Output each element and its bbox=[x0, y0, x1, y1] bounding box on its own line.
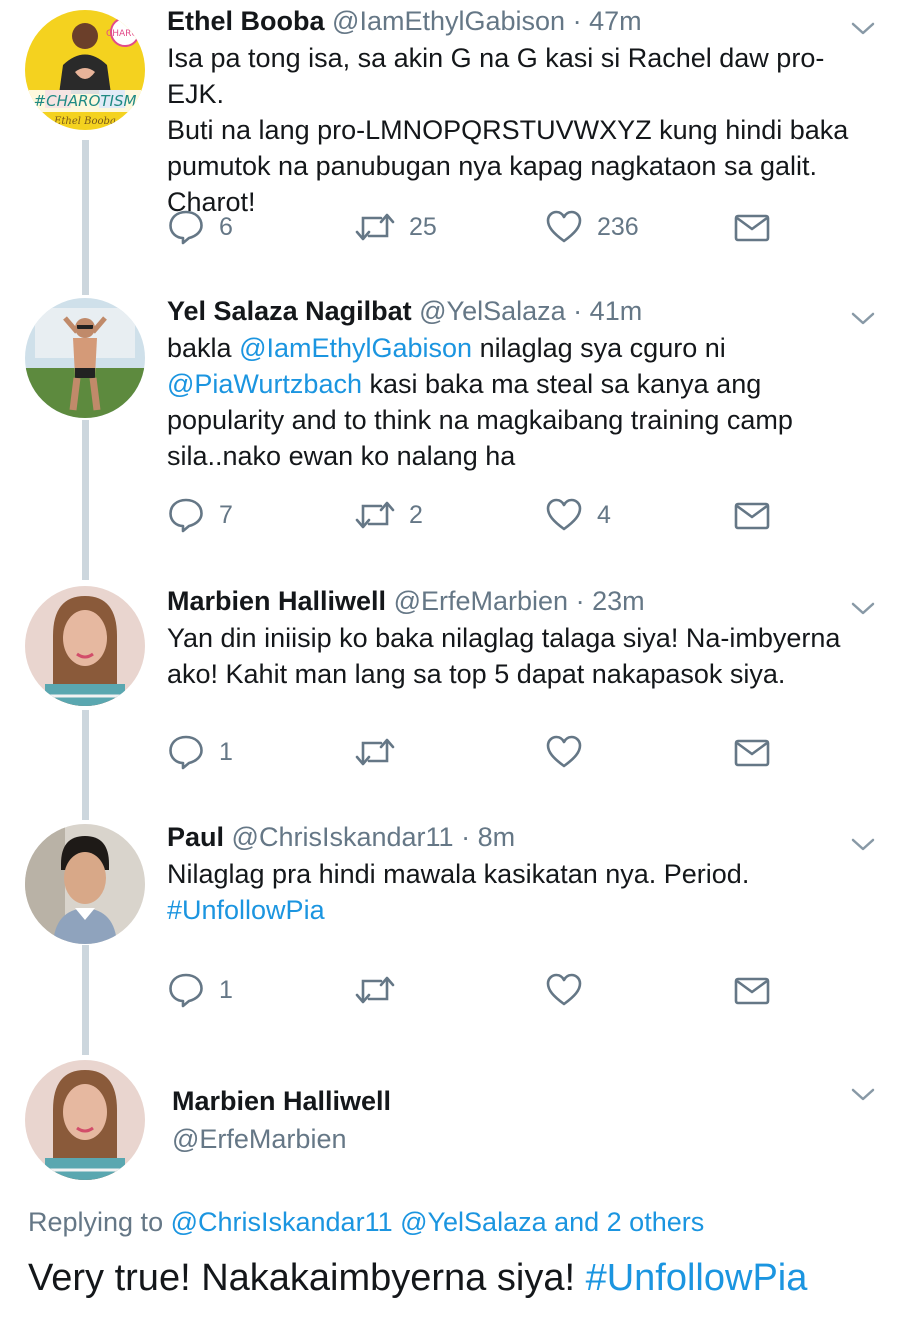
heart-icon bbox=[546, 210, 582, 243]
replying-to: Replying to @ChrisIskandar11 @YelSalaza … bbox=[28, 1207, 705, 1237]
username[interactable]: @ErfeMarbien bbox=[172, 1122, 346, 1156]
retweet-button[interactable]: 2 bbox=[355, 495, 423, 535]
reply-button[interactable]: 1 bbox=[167, 732, 233, 772]
username[interactable]: @YelSalaza bbox=[419, 296, 566, 326]
envelope-icon bbox=[734, 977, 770, 1005]
reply-button[interactable]: 6 bbox=[167, 207, 233, 247]
tweet-actions: 1 bbox=[167, 970, 807, 1010]
chevron-down-icon[interactable] bbox=[850, 20, 876, 38]
hashtag-link[interactable]: #UnfollowPia bbox=[586, 1257, 808, 1299]
like-button[interactable]: 236 bbox=[545, 207, 639, 247]
tweet[interactable]: Yel Salaza Nagilbat @YelSalaza · 41m bak… bbox=[0, 290, 900, 580]
tweet-header: Paul @ChrisIskandar11 · 8m bbox=[167, 820, 515, 854]
tweet-text: Isa pa tong isa, sa akin G na G kasi si … bbox=[167, 43, 849, 217]
retweet-arrows-icon bbox=[355, 976, 395, 1004]
avatar[interactable] bbox=[25, 298, 145, 418]
avatar[interactable] bbox=[25, 1060, 145, 1180]
reply-bubble-icon bbox=[169, 973, 203, 1008]
retweet-arrows-icon bbox=[355, 738, 395, 766]
retweet-button[interactable]: 25 bbox=[355, 207, 437, 247]
svg-text:#CHAROTISM: #CHAROTISM bbox=[34, 92, 137, 110]
avatar[interactable]: CHAROT #CHAROTISM Ethel Booba bbox=[25, 10, 145, 130]
chevron-down-icon[interactable] bbox=[850, 600, 876, 618]
retweet-count: 25 bbox=[409, 212, 437, 241]
timestamp[interactable]: 8m bbox=[478, 822, 516, 852]
retweet-arrows-icon bbox=[355, 501, 395, 529]
like-button[interactable] bbox=[545, 732, 597, 772]
retweet-arrows-icon bbox=[355, 213, 395, 241]
replying-to-links[interactable]: @ChrisIskandar11 @YelSalaza and 2 others bbox=[171, 1207, 705, 1237]
timestamp[interactable]: 47m bbox=[589, 6, 642, 36]
timestamp[interactable]: 41m bbox=[590, 296, 643, 326]
direct-message-button[interactable] bbox=[733, 970, 771, 1010]
timestamp[interactable]: 23m bbox=[592, 586, 645, 616]
display-name[interactable]: Yel Salaza Nagilbat bbox=[167, 296, 412, 326]
username[interactable]: @IamEthylGabison bbox=[332, 6, 565, 36]
reply-button[interactable]: 7 bbox=[167, 495, 233, 535]
envelope-icon bbox=[734, 502, 770, 530]
like-count: 236 bbox=[597, 212, 639, 241]
display-name[interactable]: Marbien Halliwell bbox=[167, 586, 386, 616]
heart-icon bbox=[546, 973, 582, 1006]
envelope-icon bbox=[734, 739, 770, 767]
like-button[interactable] bbox=[545, 970, 597, 1010]
display-name[interactable]: Ethel Booba bbox=[167, 6, 325, 36]
username[interactable]: @ErfeMarbien bbox=[394, 586, 568, 616]
heart-icon bbox=[546, 735, 582, 768]
reply-bubble-icon bbox=[169, 735, 203, 770]
like-button[interactable]: 4 bbox=[545, 495, 611, 535]
tweet-text: bakla @IamEthylGabison nilaglag sya cgur… bbox=[167, 333, 793, 471]
tweet-actions: 6 25 236 bbox=[167, 207, 807, 247]
direct-message-button[interactable] bbox=[733, 732, 771, 772]
username[interactable]: @ChrisIskandar11 bbox=[232, 822, 454, 852]
tweet-header: Marbien Halliwell @ErfeMarbien · 23m bbox=[167, 584, 645, 618]
hashtag-link[interactable]: #UnfollowPia bbox=[167, 895, 325, 925]
direct-message-button[interactable] bbox=[733, 495, 771, 535]
chevron-down-icon[interactable] bbox=[850, 836, 876, 854]
display-name[interactable]: Marbien Halliwell bbox=[172, 1084, 391, 1118]
avatar[interactable] bbox=[25, 824, 145, 944]
like-count: 4 bbox=[597, 500, 611, 529]
svg-text:Ethel Booba: Ethel Booba bbox=[53, 116, 116, 127]
separator: · bbox=[573, 296, 583, 326]
chevron-down-icon[interactable] bbox=[850, 310, 876, 328]
tweet-actions: 1 bbox=[167, 732, 807, 772]
tweet-text: Very true! Nakakaimbyerna siya! #Unfollo… bbox=[28, 1257, 808, 1299]
reply-bubble-icon bbox=[169, 498, 203, 533]
tweet-actions: 7 2 4 bbox=[167, 495, 807, 535]
tweet-header: Yel Salaza Nagilbat @YelSalaza · 41m bbox=[167, 294, 642, 328]
mention-link[interactable]: @PiaWurtzbach bbox=[167, 369, 362, 399]
tweet-header: Ethel Booba @IamEthylGabison · 47m bbox=[167, 4, 642, 38]
display-name[interactable]: Paul bbox=[167, 822, 224, 852]
tweet-text: Yan din iniisip ko baka nilaglag talaga … bbox=[167, 623, 841, 689]
direct-message-button[interactable] bbox=[733, 207, 771, 247]
reply-bubble-icon bbox=[169, 210, 203, 245]
tweet[interactable]: CHAROT #CHAROTISM Ethel Booba Ethel Boob… bbox=[0, 0, 900, 290]
tweet[interactable]: Marbien Halliwell @ErfeMarbien · 23m Yan… bbox=[0, 580, 900, 820]
reply-count: 6 bbox=[219, 212, 233, 241]
reply-count: 1 bbox=[219, 737, 233, 766]
reply-button[interactable]: 1 bbox=[167, 970, 233, 1010]
retweet-count: 2 bbox=[409, 500, 423, 529]
mention-link[interactable]: @IamEthylGabison bbox=[239, 333, 472, 363]
heart-icon bbox=[546, 498, 582, 531]
retweet-button[interactable] bbox=[355, 970, 409, 1010]
envelope-icon bbox=[734, 214, 770, 242]
tweet-text: Nilaglag pra hindi mawala kasikatan nya.… bbox=[167, 859, 750, 925]
retweet-button[interactable] bbox=[355, 732, 409, 772]
separator: · bbox=[461, 822, 471, 852]
reply-count: 7 bbox=[219, 500, 233, 529]
separator: · bbox=[572, 6, 582, 36]
chevron-down-icon[interactable] bbox=[850, 1086, 876, 1104]
separator: · bbox=[575, 586, 585, 616]
reply-count: 1 bbox=[219, 975, 233, 1004]
avatar[interactable] bbox=[25, 586, 145, 706]
svg-text:CHAROT: CHAROT bbox=[106, 29, 145, 39]
tweet[interactable]: Paul @ChrisIskandar11 · 8m Nilaglag pra … bbox=[0, 816, 900, 1056]
